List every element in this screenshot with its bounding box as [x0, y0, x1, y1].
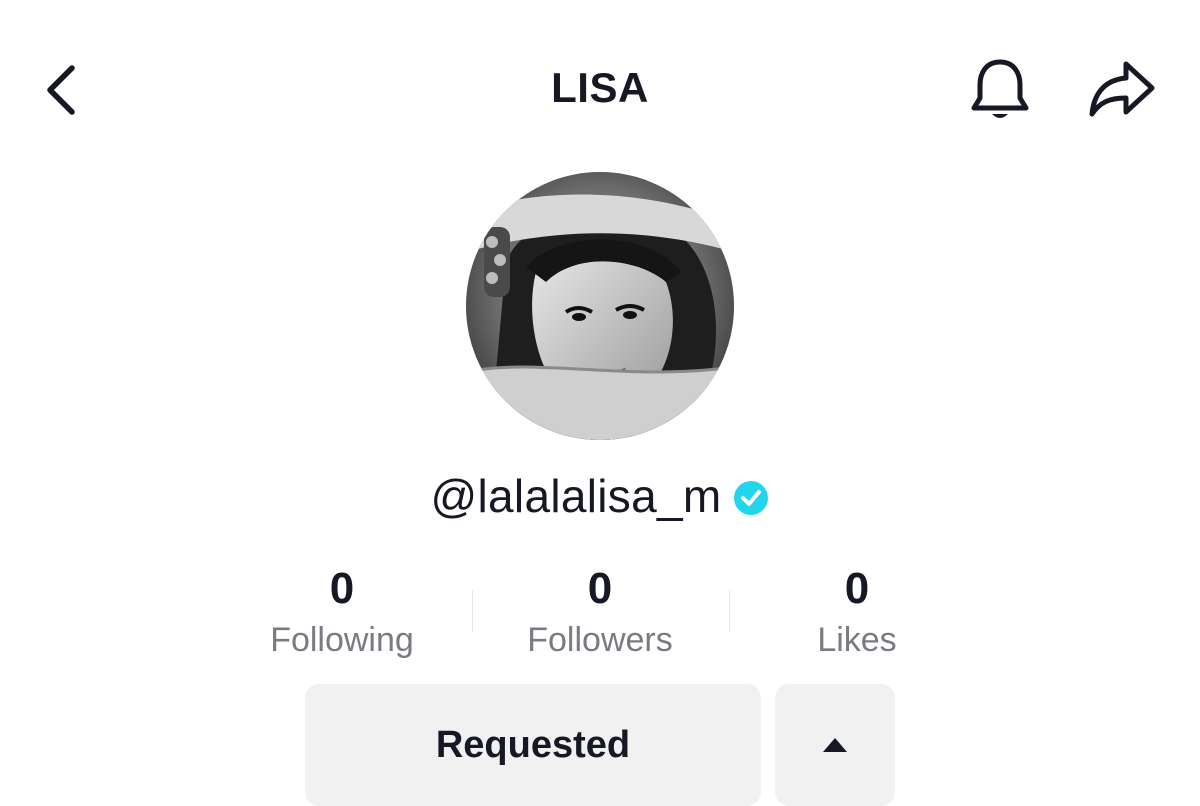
stat-followers-label: Followers [527, 621, 673, 659]
username: @lalalalisa_m [430, 470, 722, 522]
stat-following-count: 0 [329, 564, 355, 613]
stat-divider [472, 590, 473, 632]
stat-likes-label: Likes [817, 621, 897, 659]
stat-likes[interactable]: 0 Likes [737, 562, 977, 664]
bell-icon [971, 59, 1029, 118]
notification-bell-button[interactable] [966, 56, 1034, 124]
stat-likes-count: 0 [844, 564, 870, 613]
avatar[interactable] [466, 172, 734, 440]
stat-following-label: Following [270, 621, 414, 659]
stat-following[interactable]: 0 Following [222, 562, 462, 664]
avatar-photo [466, 172, 734, 440]
share-button[interactable] [1086, 58, 1158, 122]
username-row: @lalalalisa_m [0, 468, 1200, 524]
stat-followers[interactable]: 0 Followers [480, 562, 720, 664]
share-arrow-icon [1089, 61, 1155, 117]
verified-badge-icon [734, 481, 769, 515]
caret-up-icon [823, 738, 847, 752]
stat-divider [729, 590, 730, 632]
requested-button[interactable]: Requested [305, 684, 761, 806]
stat-followers-count: 0 [587, 564, 613, 613]
suggested-accounts-toggle-button[interactable] [775, 684, 895, 806]
